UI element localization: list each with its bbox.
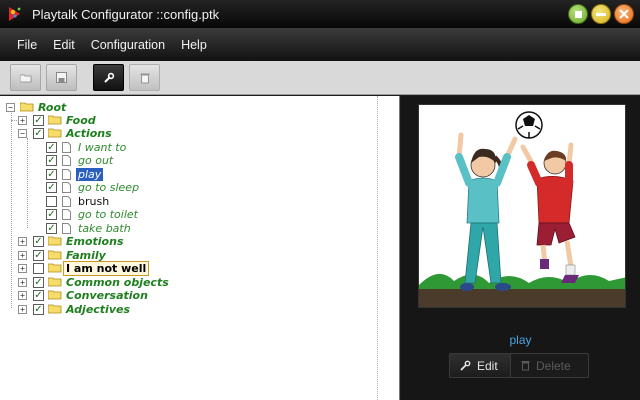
- expand-icon[interactable]: +: [18, 251, 27, 260]
- menu-configuration[interactable]: Configuration: [83, 38, 173, 52]
- folder-icon: [48, 115, 62, 125]
- expand-icon[interactable]: +: [18, 278, 27, 287]
- tree-label: brush: [78, 195, 110, 208]
- item-caption: play: [509, 333, 532, 347]
- delete-button-label: Delete: [536, 358, 571, 373]
- window-controls: [568, 4, 634, 24]
- tree-label: go out: [78, 154, 114, 167]
- maximize-icon: [596, 12, 606, 16]
- checkbox[interactable]: ✓: [33, 304, 44, 315]
- wrench-icon: [460, 360, 471, 371]
- save-button[interactable]: [46, 64, 77, 91]
- expand-icon[interactable]: +: [18, 237, 27, 246]
- checkbox[interactable]: [46, 196, 57, 207]
- document-icon: [62, 182, 71, 193]
- tree-label: Common objects: [66, 276, 169, 289]
- expand-icon[interactable]: +: [18, 116, 27, 125]
- folder-open-icon: [20, 102, 34, 112]
- tree-line: [27, 138, 28, 228]
- expand-icon[interactable]: +: [18, 291, 27, 300]
- checkbox[interactable]: ✓: [46, 142, 57, 153]
- category-tree[interactable]: − Root + ✓ Food − ✓ Actions ✓ I want to …: [0, 96, 400, 400]
- tree-label: Food: [66, 114, 96, 127]
- tree-label: go to sleep: [78, 181, 140, 194]
- tree-divider: [377, 96, 378, 400]
- checkbox[interactable]: ✓: [46, 155, 57, 166]
- collapse-icon[interactable]: −: [18, 129, 27, 138]
- open-button[interactable]: [10, 64, 41, 91]
- checkbox[interactable]: ✓: [46, 223, 57, 234]
- tree-label: Actions: [66, 127, 112, 140]
- tree-label: Adjectives: [66, 303, 131, 316]
- tree-label: take bath: [78, 222, 131, 235]
- save-icon: [56, 72, 67, 83]
- preview-panel: play Edit Delete: [401, 96, 640, 400]
- folder-icon: [48, 304, 62, 314]
- tree-label: Emotions: [66, 235, 124, 248]
- window-title: Playtalk Configurator ::config.ptk: [32, 6, 220, 22]
- checkbox[interactable]: ✓: [33, 290, 44, 301]
- checkbox[interactable]: ✓: [46, 209, 57, 220]
- wrench-icon: [103, 72, 114, 83]
- minimize-icon: [574, 10, 582, 18]
- open-folder-icon: [19, 74, 31, 82]
- tree-label: Conversation: [66, 289, 148, 302]
- menu-edit[interactable]: Edit: [45, 38, 83, 52]
- trash-icon: [521, 361, 530, 371]
- trash-icon: [140, 73, 149, 83]
- delete-toolbar-button[interactable]: [129, 64, 160, 91]
- app-logo-icon: [9, 7, 21, 21]
- document-icon: [62, 196, 71, 207]
- document-icon: [62, 155, 71, 166]
- tree-line: [11, 108, 12, 308]
- minimize-button[interactable]: [568, 4, 588, 24]
- tree-label: play: [76, 168, 104, 181]
- checkbox[interactable]: ✓: [33, 128, 44, 139]
- toolbar: [0, 61, 640, 95]
- expand-icon[interactable]: +: [18, 305, 27, 314]
- action-picture: [418, 104, 626, 308]
- document-icon: [62, 223, 71, 234]
- close-button[interactable]: [614, 4, 634, 24]
- preview-actions: Edit Delete: [449, 353, 589, 378]
- menu-help[interactable]: Help: [173, 38, 215, 52]
- children-playing-illustration: [419, 111, 625, 307]
- checkbox[interactable]: ✓: [33, 277, 44, 288]
- configure-button[interactable]: [93, 64, 124, 91]
- folder-icon: [48, 236, 62, 246]
- folder-open-icon: [48, 128, 62, 138]
- app-window: Playtalk Configurator ::config.ptk File …: [0, 0, 640, 400]
- document-icon: [62, 142, 71, 153]
- delete-button[interactable]: Delete: [511, 353, 589, 378]
- checkbox[interactable]: ✓: [33, 115, 44, 126]
- title-bar[interactable]: Playtalk Configurator ::config.ptk: [0, 0, 640, 28]
- checkbox[interactable]: ✓: [46, 182, 57, 193]
- tree-label-root: Root: [38, 101, 67, 114]
- maximize-button[interactable]: [591, 4, 611, 24]
- checkbox[interactable]: ✓: [33, 236, 44, 247]
- close-icon: [619, 9, 629, 19]
- checkbox[interactable]: ✓: [33, 250, 44, 261]
- menu-file[interactable]: File: [9, 38, 45, 52]
- edit-button-label: Edit: [477, 358, 498, 373]
- menu-bar: File Edit Configuration Help: [0, 28, 640, 61]
- checkbox[interactable]: [33, 263, 44, 274]
- expand-icon[interactable]: +: [18, 264, 27, 273]
- folder-icon: [48, 290, 62, 300]
- tree-label-edit-field[interactable]: I am not well: [63, 261, 150, 276]
- folder-icon: [48, 277, 62, 287]
- tree-label: I want to: [78, 141, 127, 154]
- checkbox[interactable]: ✓: [46, 169, 57, 180]
- folder-icon: [48, 263, 62, 273]
- document-icon: [62, 169, 71, 180]
- edit-button[interactable]: Edit: [449, 353, 511, 378]
- folder-icon: [48, 250, 62, 260]
- document-icon: [62, 209, 71, 220]
- tree-label: go to toilet: [78, 208, 138, 221]
- collapse-icon[interactable]: −: [6, 103, 15, 112]
